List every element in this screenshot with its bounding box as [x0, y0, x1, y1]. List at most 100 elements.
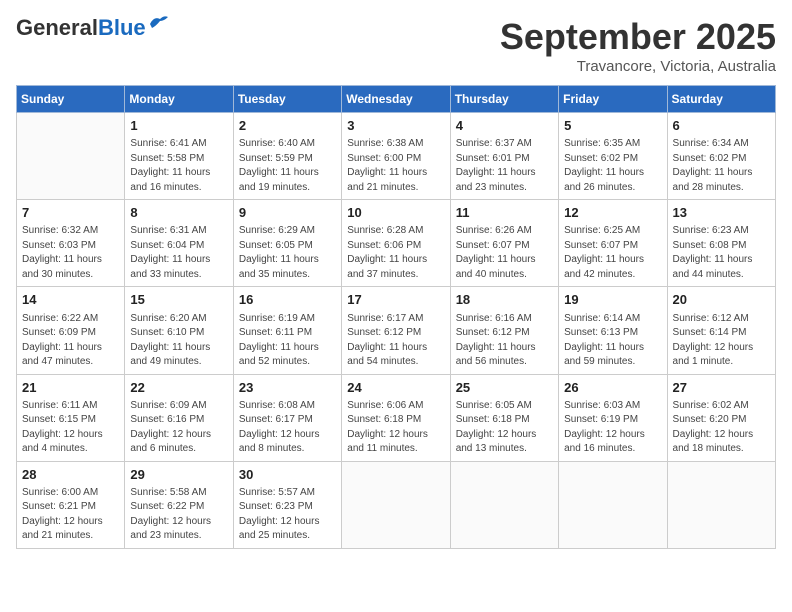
- day-info: Sunrise: 6:19 AM Sunset: 6:11 PM Dayligh…: [239, 312, 336, 370]
- day-info: Sunrise: 6:38 AM Sunset: 6:00 PM Dayligh…: [347, 137, 444, 195]
- day-number: 26: [564, 379, 661, 397]
- calendar-cell: 5 Sunrise: 6:35 AM Sunset: 6:02 PM Daylig…: [559, 113, 667, 200]
- day-info: Sunrise: 6:28 AM Sunset: 6:06 PM Dayligh…: [347, 224, 444, 282]
- col-header-sunday: Sunday: [17, 86, 125, 113]
- col-header-friday: Friday: [559, 86, 667, 113]
- day-number: 10: [347, 204, 444, 222]
- calendar-cell: [342, 461, 450, 548]
- day-info: Sunrise: 6:25 AM Sunset: 6:07 PM Dayligh…: [564, 224, 661, 282]
- day-info: Sunrise: 6:40 AM Sunset: 5:59 PM Dayligh…: [239, 137, 336, 195]
- col-header-monday: Monday: [125, 86, 233, 113]
- day-info: Sunrise: 6:34 AM Sunset: 6:02 PM Dayligh…: [673, 137, 770, 195]
- calendar-cell: 9Sunrise: 6:29 AM Sunset: 6:05 PM Daylig…: [233, 200, 341, 287]
- calendar-cell: 24Sunrise: 6:06 AM Sunset: 6:18 PM Dayli…: [342, 374, 450, 461]
- calendar-cell: 10 Sunrise: 6:28 AM Sunset: 6:06 PM Dayli…: [342, 200, 450, 287]
- day-info: Sunrise: 6:03 AM Sunset: 6:19 PM Dayligh…: [564, 399, 661, 457]
- calendar-cell: 29 Sunrise: 5:58 AM Sunset: 6:22 PM Dayli…: [125, 461, 233, 548]
- calendar-header-row: SundayMondayTuesdayWednesdayThursdayFrid…: [17, 86, 776, 113]
- day-number: 30: [239, 466, 336, 484]
- calendar-week-row: 21 Sunrise: 6:11 AM Sunset: 6:15 PM Dayli…: [17, 374, 776, 461]
- day-number: 2: [239, 117, 336, 135]
- col-header-thursday: Thursday: [450, 86, 558, 113]
- calendar-cell: 13Sunrise: 6:23 AM Sunset: 6:08 PM Dayli…: [667, 200, 775, 287]
- calendar-cell: 21 Sunrise: 6:11 AM Sunset: 6:15 PM Dayli…: [17, 374, 125, 461]
- calendar-cell: 16 Sunrise: 6:19 AM Sunset: 6:11 PM Dayli…: [233, 287, 341, 374]
- col-header-wednesday: Wednesday: [342, 86, 450, 113]
- day-info: Sunrise: 6:09 AM Sunset: 6:16 PM Dayligh…: [130, 399, 227, 457]
- day-number: 6: [673, 117, 770, 135]
- day-number: 5: [564, 117, 661, 135]
- day-number: 19: [564, 291, 661, 309]
- calendar-cell: 2 Sunrise: 6:40 AM Sunset: 5:59 PM Daylig…: [233, 113, 341, 200]
- calendar-cell: 15Sunrise: 6:20 AM Sunset: 6:10 PM Dayli…: [125, 287, 233, 374]
- day-info: Sunrise: 6:08 AM Sunset: 6:17 PM Dayligh…: [239, 399, 336, 457]
- day-info: Sunrise: 6:32 AM Sunset: 6:03 PM Dayligh…: [22, 224, 119, 282]
- location-title: Travancore, Victoria, Australia: [500, 58, 776, 75]
- day-number: 29: [130, 466, 227, 484]
- calendar-cell: 8 Sunrise: 6:31 AM Sunset: 6:04 PM Daylig…: [125, 200, 233, 287]
- day-number: 20: [673, 291, 770, 309]
- day-info: Sunrise: 6:17 AM Sunset: 6:12 PM Dayligh…: [347, 312, 444, 370]
- day-number: 24: [347, 379, 444, 397]
- calendar-cell: 30 Sunrise: 5:57 AM Sunset: 6:23 PM Dayli…: [233, 461, 341, 548]
- col-header-tuesday: Tuesday: [233, 86, 341, 113]
- day-number: 28: [22, 466, 119, 484]
- calendar-cell: 19 Sunrise: 6:14 AM Sunset: 6:13 PM Dayli…: [559, 287, 667, 374]
- day-number: 21: [22, 379, 119, 397]
- day-info: Sunrise: 6:29 AM Sunset: 6:05 PM Dayligh…: [239, 224, 336, 282]
- calendar-cell: 18 Sunrise: 6:16 AM Sunset: 6:12 PM Dayli…: [450, 287, 558, 374]
- logo-bird-icon: [148, 14, 170, 32]
- day-info: Sunrise: 6:37 AM Sunset: 6:01 PM Dayligh…: [456, 137, 553, 195]
- day-number: 3: [347, 117, 444, 135]
- calendar-cell: [667, 461, 775, 548]
- logo-general: General: [16, 15, 98, 40]
- day-info: Sunrise: 6:41 AM Sunset: 5:58 PM Dayligh…: [130, 137, 227, 195]
- day-info: Sunrise: 6:26 AM Sunset: 6:07 PM Dayligh…: [456, 224, 553, 282]
- day-info: Sunrise: 6:31 AM Sunset: 6:04 PM Dayligh…: [130, 224, 227, 282]
- col-header-saturday: Saturday: [667, 86, 775, 113]
- day-number: 17: [347, 291, 444, 309]
- day-number: 8: [130, 204, 227, 222]
- calendar-cell: 23 Sunrise: 6:08 AM Sunset: 6:17 PM Dayli…: [233, 374, 341, 461]
- calendar-cell: [450, 461, 558, 548]
- day-number: 23: [239, 379, 336, 397]
- day-number: 25: [456, 379, 553, 397]
- day-info: Sunrise: 6:20 AM Sunset: 6:10 PM Dayligh…: [130, 312, 227, 370]
- logo-text: GeneralBlue: [16, 16, 146, 40]
- day-info: Sunrise: 6:11 AM Sunset: 6:15 PM Dayligh…: [22, 399, 119, 457]
- logo: GeneralBlue: [16, 16, 170, 40]
- calendar-cell: 3 Sunrise: 6:38 AM Sunset: 6:00 PM Daylig…: [342, 113, 450, 200]
- day-info: Sunrise: 6:16 AM Sunset: 6:12 PM Dayligh…: [456, 312, 553, 370]
- calendar-cell: 17 Sunrise: 6:17 AM Sunset: 6:12 PM Dayli…: [342, 287, 450, 374]
- calendar-cell: 4 Sunrise: 6:37 AM Sunset: 6:01 PM Daylig…: [450, 113, 558, 200]
- day-info: Sunrise: 6:05 AM Sunset: 6:18 PM Dayligh…: [456, 399, 553, 457]
- calendar-cell: 22Sunrise: 6:09 AM Sunset: 6:16 PM Dayli…: [125, 374, 233, 461]
- day-info: Sunrise: 6:22 AM Sunset: 6:09 PM Dayligh…: [22, 312, 119, 370]
- day-number: 11: [456, 204, 553, 222]
- day-number: 16: [239, 291, 336, 309]
- calendar-cell: 27 Sunrise: 6:02 AM Sunset: 6:20 PM Dayli…: [667, 374, 775, 461]
- day-info: Sunrise: 5:58 AM Sunset: 6:22 PM Dayligh…: [130, 486, 227, 544]
- calendar-week-row: 1 Sunrise: 6:41 AM Sunset: 5:58 PM Daylig…: [17, 113, 776, 200]
- calendar-cell: 20 Sunrise: 6:12 AM Sunset: 6:14 PM Dayli…: [667, 287, 775, 374]
- page-header: GeneralBlue September 2025 Travancore, V…: [16, 16, 776, 75]
- day-info: Sunrise: 6:02 AM Sunset: 6:20 PM Dayligh…: [673, 399, 770, 457]
- day-number: 4: [456, 117, 553, 135]
- calendar-cell: 26 Sunrise: 6:03 AM Sunset: 6:19 PM Dayli…: [559, 374, 667, 461]
- day-info: Sunrise: 5:57 AM Sunset: 6:23 PM Dayligh…: [239, 486, 336, 544]
- calendar-cell: 12 Sunrise: 6:25 AM Sunset: 6:07 PM Dayli…: [559, 200, 667, 287]
- day-number: 27: [673, 379, 770, 397]
- day-number: 18: [456, 291, 553, 309]
- day-number: 14: [22, 291, 119, 309]
- day-info: Sunrise: 6:35 AM Sunset: 6:02 PM Dayligh…: [564, 137, 661, 195]
- calendar-week-row: 7Sunrise: 6:32 AM Sunset: 6:03 PM Daylig…: [17, 200, 776, 287]
- title-block: September 2025 Travancore, Victoria, Aus…: [500, 16, 776, 75]
- calendar-cell: 6 Sunrise: 6:34 AM Sunset: 6:02 PM Daylig…: [667, 113, 775, 200]
- calendar-cell: 11 Sunrise: 6:26 AM Sunset: 6:07 PM Dayli…: [450, 200, 558, 287]
- day-number: 12: [564, 204, 661, 222]
- day-info: Sunrise: 6:12 AM Sunset: 6:14 PM Dayligh…: [673, 312, 770, 370]
- calendar-cell: 28Sunrise: 6:00 AM Sunset: 6:21 PM Dayli…: [17, 461, 125, 548]
- day-info: Sunrise: 6:14 AM Sunset: 6:13 PM Dayligh…: [564, 312, 661, 370]
- day-number: 1: [130, 117, 227, 135]
- calendar-cell: 14 Sunrise: 6:22 AM Sunset: 6:09 PM Dayli…: [17, 287, 125, 374]
